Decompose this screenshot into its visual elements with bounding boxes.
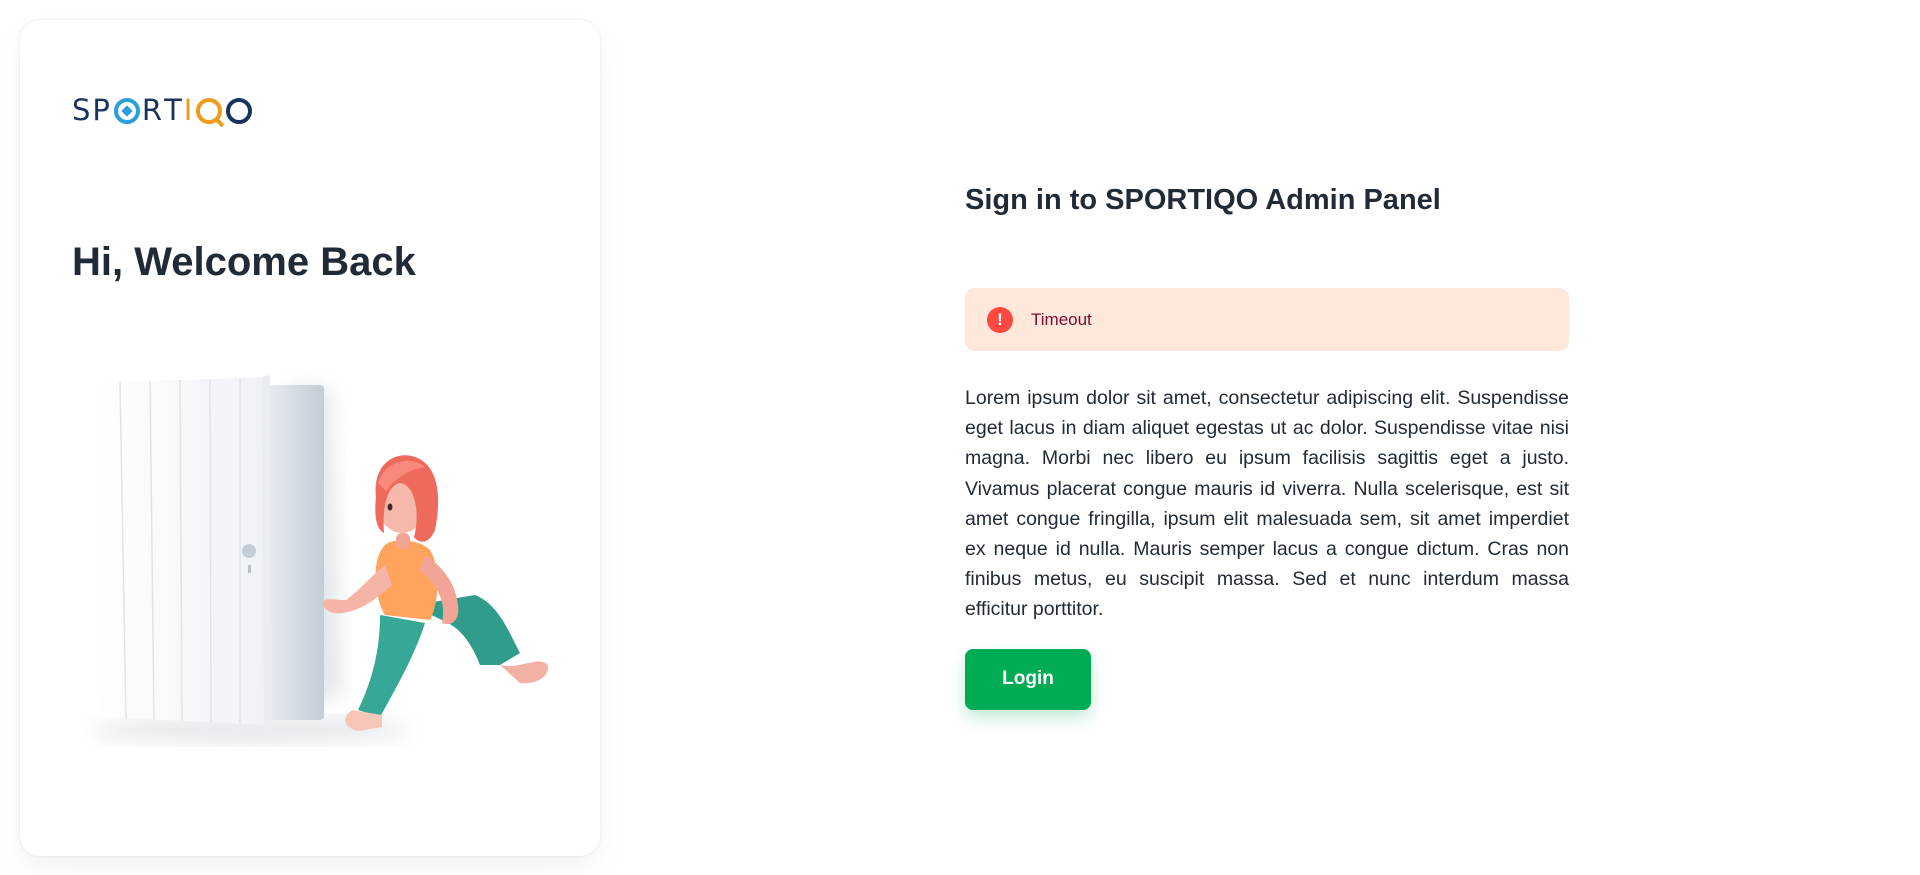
sportiqo-logo[interactable]: SPRTI: [72, 90, 253, 130]
error-icon: !: [987, 306, 1013, 333]
error-alert: ! Timeout: [965, 288, 1569, 351]
logo-q-mark: [196, 98, 223, 124]
signin-title: Sign in to SPORTIQO Admin Panel: [965, 184, 1441, 216]
welcome-card: SPRTI Hi, Welcome Back: [20, 20, 600, 856]
door-knob: [242, 544, 256, 558]
door-frame: [268, 385, 324, 720]
signin-panel: Sign in to SPORTIQO Admin Panel ! Timeou…: [965, 170, 1569, 710]
login-illustration: [90, 375, 549, 742]
logo-o-end-mark: [226, 98, 253, 124]
door-panel: [90, 377, 268, 725]
logo-o-mark: [113, 98, 140, 124]
alert-message: Timeout: [1031, 309, 1092, 329]
welcome-heading: Hi, Welcome Back: [72, 240, 416, 284]
running-person: [323, 455, 549, 731]
description-text: Lorem ipsum dolor sit amet, consectetur …: [965, 387, 1569, 621]
login-button[interactable]: Login: [965, 648, 1091, 710]
